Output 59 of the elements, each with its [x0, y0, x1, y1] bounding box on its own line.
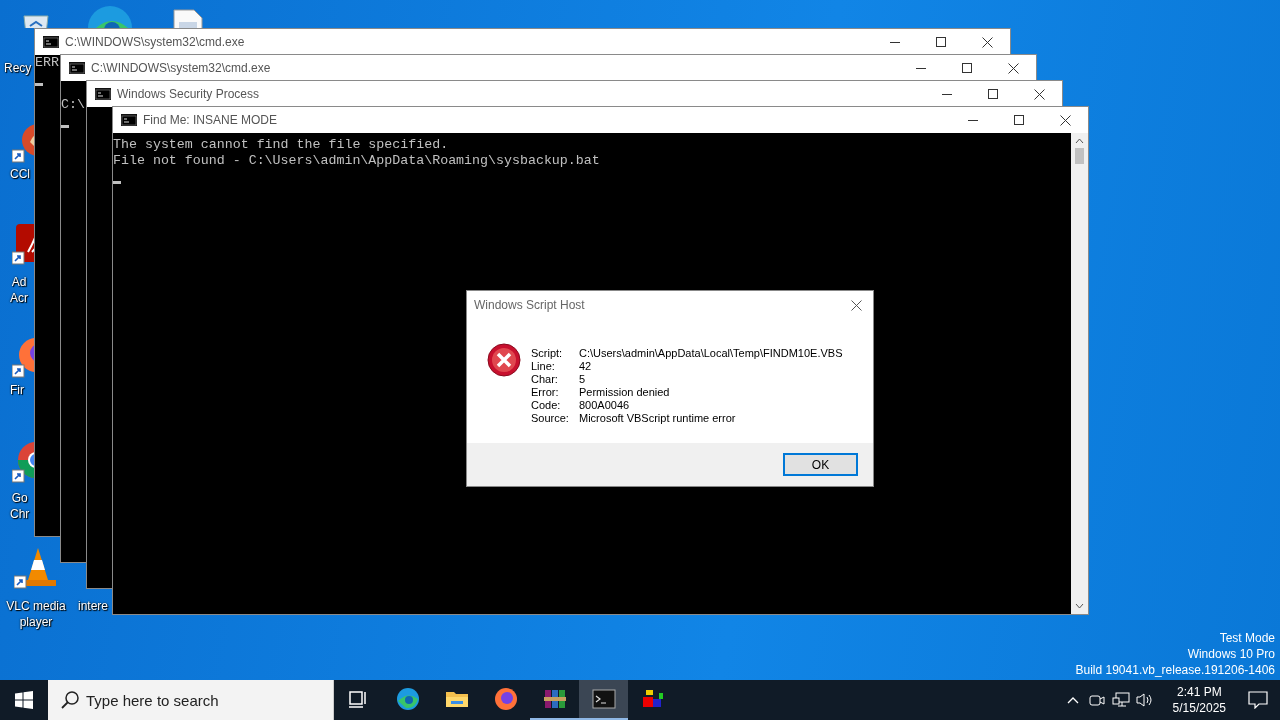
field-value: C:\Users\admin\AppData\Local\Temp\FINDM10E.VBS — [579, 347, 843, 360]
console-text: File not found - C:\Users\admin\AppData\Roaming\sysbackup.bat — [113, 153, 600, 169]
archive-icon — [542, 687, 567, 711]
scroll-bar[interactable] — [1071, 133, 1088, 614]
terminal-icon — [43, 36, 59, 48]
close-icon — [1007, 62, 1019, 74]
terminal-icon — [591, 687, 616, 711]
windows-logo-icon — [15, 691, 33, 709]
icon-label[interactable]: CCl — [10, 166, 30, 182]
dialog-title: Windows Script Host — [474, 298, 586, 312]
field-label: Char: — [531, 373, 559, 386]
taskbar-app-button[interactable] — [579, 680, 628, 720]
maximize-icon — [1014, 115, 1024, 125]
maximize-icon — [936, 37, 946, 47]
search-icon — [60, 690, 80, 710]
close-icon — [850, 299, 862, 311]
document-app-icon[interactable] — [12, 222, 34, 266]
field-value: Permission denied — [579, 386, 671, 399]
icon-label[interactable]: Recy — [4, 60, 32, 76]
field-value: Microsoft VBScript runtime error — [579, 412, 737, 425]
icon-label[interactable]: VLC media player — [4, 598, 68, 630]
close-icon — [1059, 114, 1071, 126]
os-info-text: Test Mode — [1218, 630, 1275, 646]
terminal-icon — [95, 88, 111, 100]
field-value: 800A0046 — [579, 399, 631, 412]
os-info-text: Windows 10 Pro — [1186, 646, 1275, 662]
browser-icon — [395, 687, 420, 711]
console-text: C:\ — [61, 97, 85, 113]
ok-button[interactable]: OK — [783, 453, 858, 476]
close-icon — [1033, 88, 1045, 100]
browser-icon — [493, 687, 518, 711]
maximize-icon — [988, 89, 998, 99]
maximize-icon — [962, 63, 972, 73]
icon-label[interactable]: intere — [78, 598, 109, 614]
field-value: 5 — [579, 373, 587, 386]
field-label: Code: — [531, 399, 562, 412]
terminal-icon — [121, 114, 137, 126]
window-title: Find Me: INSANE MODE — [143, 113, 279, 127]
icon-label[interactable]: Fir — [10, 382, 24, 398]
field-label: Error: — [531, 386, 560, 399]
close-icon — [981, 36, 993, 48]
clock[interactable]: 2:41 PM 5/15/2025 — [1162, 684, 1236, 716]
window-title: C:\WINDOWS\system32\cmd.exe — [91, 61, 272, 75]
search-field[interactable]: Type here to search — [48, 680, 334, 720]
clock-time: 2:41 PM — [1176, 684, 1222, 700]
field-label: Source: — [531, 412, 570, 425]
icon-label[interactable]: Go Chr — [10, 490, 30, 522]
clock-date: 5/15/2025 — [1172, 700, 1226, 716]
terminal-icon — [69, 62, 85, 74]
window-title: C:\WINDOWS\system32\cmd.exe — [65, 35, 246, 49]
os-info-text: Build 19041.vb_release.191206-1406 — [1075, 662, 1275, 678]
window-title: Windows Security Process — [117, 87, 261, 101]
console-text: The system cannot find the file specified. — [113, 137, 449, 153]
console-text: ERR — [35, 55, 59, 71]
field-label: Line: — [531, 360, 556, 373]
field-label: Script: — [531, 347, 564, 360]
error-icon — [487, 343, 521, 377]
icon-label[interactable]: Ad Acr — [10, 274, 28, 306]
field-value: 42 — [579, 360, 593, 373]
